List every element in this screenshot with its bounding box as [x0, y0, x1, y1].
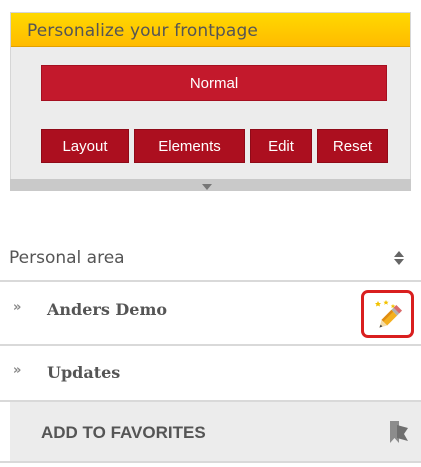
layout-button[interactable]: Layout: [41, 129, 129, 163]
bookmark-icon: [390, 421, 408, 443]
normal-mode-button[interactable]: Normal: [41, 65, 387, 101]
anders-demo-link[interactable]: Anders Demo: [47, 300, 167, 319]
sort-icon[interactable]: [393, 250, 405, 266]
edit-page-button[interactable]: [361, 290, 414, 338]
edit-button[interactable]: Edit: [250, 129, 312, 163]
updates-link[interactable]: Updates: [47, 363, 120, 382]
personalize-panel: Personalize your frontpage Normal Layout…: [10, 12, 411, 191]
list-item-updates[interactable]: » Updates: [0, 346, 421, 402]
add-to-favorites-button[interactable]: ADD TO FAVORITES: [10, 402, 421, 461]
divider: [0, 280, 421, 282]
panel-title: Personalize your frontpage: [27, 21, 258, 41]
pencil-icon: [375, 300, 403, 328]
panel-header: Personalize your frontpage: [11, 13, 410, 47]
divider: [0, 461, 421, 463]
bullet-icon: »: [13, 300, 22, 315]
reset-button[interactable]: Reset: [317, 129, 388, 163]
collapse-arrow-icon[interactable]: [202, 184, 212, 190]
elements-button[interactable]: Elements: [134, 129, 245, 163]
list-item-anders-demo[interactable]: » Anders Demo: [0, 283, 421, 339]
bullet-icon: »: [13, 363, 22, 378]
add-to-favorites-label: ADD TO FAVORITES: [41, 423, 206, 442]
personal-area-title: Personal area: [9, 248, 125, 268]
